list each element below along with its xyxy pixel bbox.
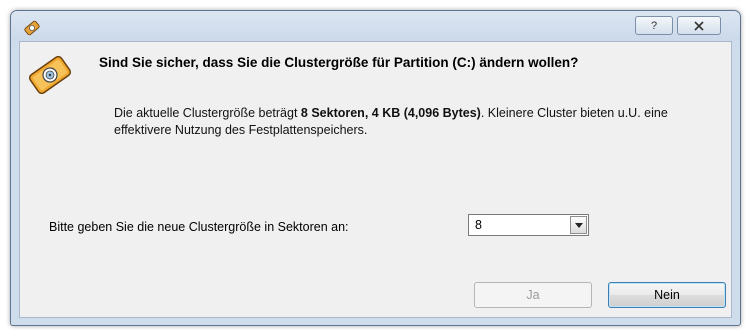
- app-icon: [24, 20, 40, 36]
- cluster-size-combobox[interactable]: 8: [468, 214, 589, 236]
- close-button[interactable]: [677, 16, 721, 35]
- hard-drive-icon: [28, 55, 72, 95]
- dropdown-button[interactable]: [570, 216, 587, 234]
- help-button[interactable]: ?: [635, 16, 673, 35]
- dialog-content: Sind Sie sicher, dass Sie die Clustergrö…: [19, 41, 732, 318]
- no-button[interactable]: Nein: [608, 282, 726, 308]
- info-prefix: Die aktuelle Clustergröße beträgt: [114, 106, 301, 120]
- close-icon: [694, 20, 704, 31]
- dialog-window: ? Sind Sie sicher, dass Sie die Clusterg…: [10, 10, 741, 326]
- chevron-down-icon: [574, 222, 583, 228]
- help-icon: ?: [650, 19, 658, 32]
- question-text: Sind Sie sicher, dass Sie die Clustergrö…: [99, 55, 579, 70]
- yes-button[interactable]: Ja: [474, 282, 592, 308]
- cluster-size-value: 8: [475, 218, 482, 232]
- info-text: Die aktuelle Clustergröße beträgt 8 Sekt…: [114, 105, 714, 139]
- cluster-size-label: Bitte geben Sie die neue Clustergröße in…: [49, 220, 349, 234]
- title-bar: ?: [11, 11, 740, 41]
- current-cluster-size: 8 Sektoren, 4 KB (4,096 Bytes): [300, 106, 481, 120]
